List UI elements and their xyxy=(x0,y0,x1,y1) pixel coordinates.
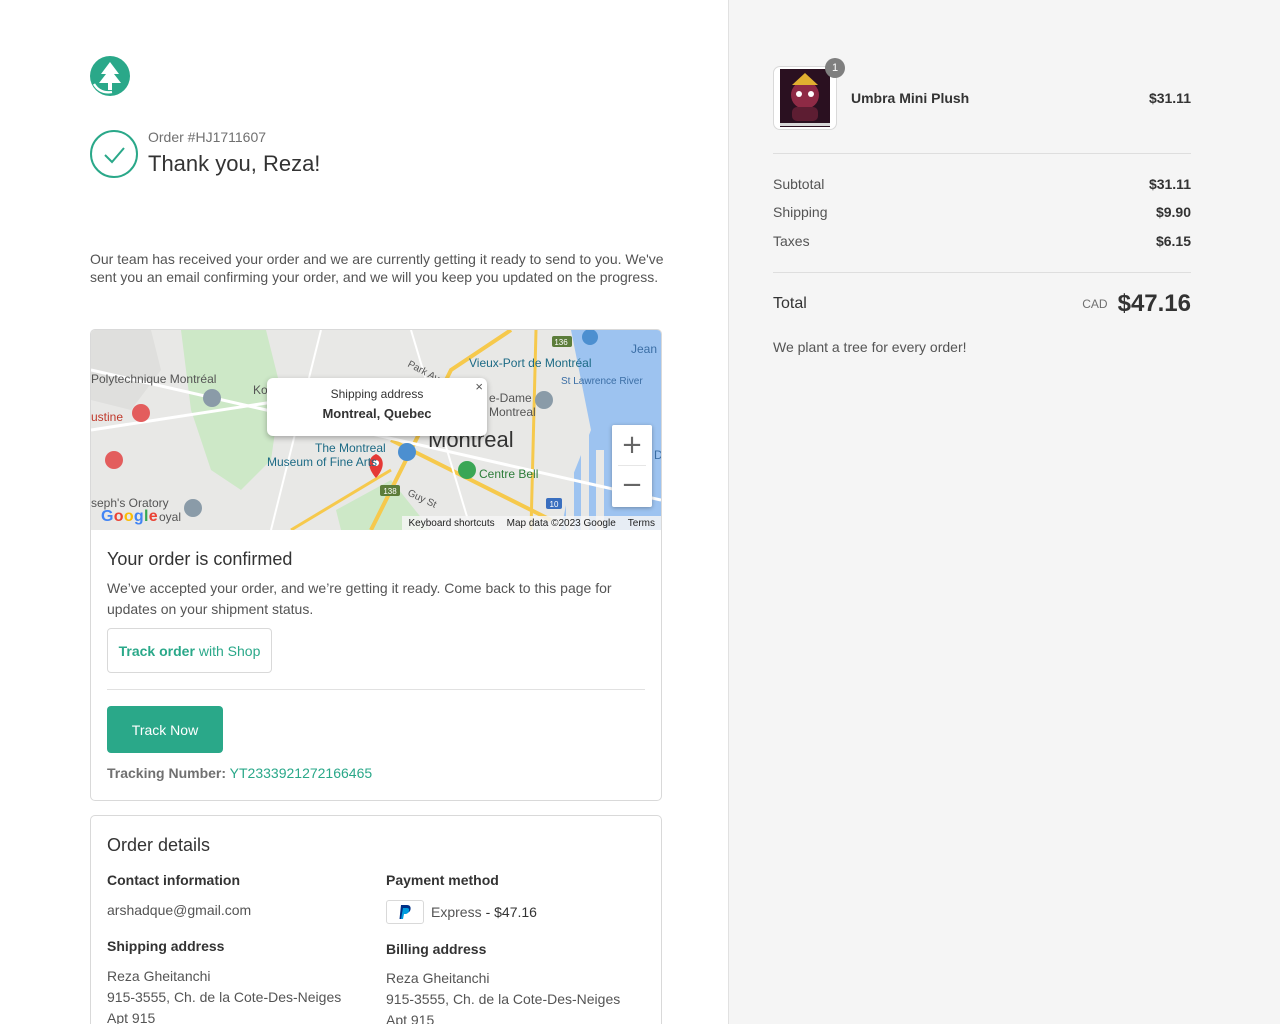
shipping-address-line: Apt 915 xyxy=(107,1010,156,1024)
billing-address-line: 915-3555, Ch. de la Cote-Des-Neiges xyxy=(386,991,621,1007)
confirmation-title: Your order is confirmed xyxy=(107,549,293,569)
google-logo-letter: G xyxy=(101,508,114,525)
total-amount: $47.16 xyxy=(1117,290,1191,317)
quantity-badge: 1 xyxy=(825,58,845,78)
order-summary-sidebar: 1 Umbra Mini Plush $31.11 Subtotal $31.1… xyxy=(728,0,1280,1024)
main-content: Order #HJ1711607 Thank you, Reza! Our te… xyxy=(0,0,728,1024)
route-136-label: 136 xyxy=(554,338,568,347)
map-footer: Keyboard shortcuts Map data ©2023 Google… xyxy=(402,516,661,530)
shipping-address-line: 915-3555, Ch. de la Cote-Des-Neiges xyxy=(107,989,342,1005)
order-status-card: 136 138 10 Polytechnique Montréal Ko Vie… xyxy=(90,329,662,801)
google-logo-letter: e xyxy=(148,508,158,525)
terms-link[interactable]: Terms xyxy=(628,518,655,529)
google-logo-letter: g xyxy=(133,508,144,525)
map-data-text: Map data ©2023 Google xyxy=(506,517,616,529)
total-amount-group: CAD $47.16 xyxy=(1082,290,1191,318)
contact-heading: Contact information xyxy=(107,872,240,888)
map-label-ustine: ustine xyxy=(91,410,123,424)
close-icon[interactable]: × xyxy=(475,379,483,394)
contact-email: arshadque@gmail.com xyxy=(107,902,252,918)
order-details-title: Order details xyxy=(107,835,211,855)
map-label-ko: Ko xyxy=(253,383,268,397)
page-title: Thank you, Reza! xyxy=(148,151,321,176)
summary-divider xyxy=(773,272,1191,273)
map-label-vieux-port: Vieux-Port de Montréal xyxy=(469,356,592,370)
zoom-out-button[interactable]: − xyxy=(612,465,652,505)
shipping-value: $9.90 xyxy=(1155,204,1191,220)
zoom-in-button[interactable]: + xyxy=(612,425,652,465)
currency-code: CAD xyxy=(1082,297,1108,311)
payment-method: Express - $47.16 xyxy=(386,900,646,924)
paypal-icon xyxy=(386,900,424,924)
map-label-notre-dame: e-Dame xyxy=(489,391,532,405)
map-label-oratory-2: oyal xyxy=(159,510,181,524)
tracking-info: Tracking Number: YT2333921272166465 xyxy=(107,765,372,781)
route-10-label: 10 xyxy=(550,500,559,509)
billing-address-line: Reza Gheitanchi xyxy=(386,970,490,986)
subtotal-label: Subtotal xyxy=(773,176,825,192)
tracking-number-link[interactable]: YT2333921272166465 xyxy=(230,765,372,781)
map-label-st-lawrence: St Lawrence River xyxy=(561,376,643,387)
order-details-right-column: Payment method Express - $47.16 Billing … xyxy=(386,872,646,1024)
map-label-centre-bell: Centre Bell xyxy=(479,467,538,481)
intro-text: Our team has received your order and we … xyxy=(90,251,664,285)
map-label-montreal-2: Montreal xyxy=(489,405,536,419)
line-item: 1 Umbra Mini Plush $31.11 xyxy=(773,58,1191,130)
popup-city: Montreal, Quebec xyxy=(322,406,432,421)
order-details-left-column: Contact information arshadque@gmail.com … xyxy=(107,872,377,1024)
product-thumbnail xyxy=(773,66,837,130)
shipping-map[interactable]: 136 138 10 Polytechnique Montréal Ko Vie… xyxy=(91,330,661,530)
track-now-button[interactable]: Track Now xyxy=(107,706,223,753)
shipping-row: Shipping $9.90 xyxy=(773,204,1191,220)
google-logo-letter: o xyxy=(123,508,134,525)
with-shop-label: with Shop xyxy=(198,642,261,659)
shipping-label: Shipping xyxy=(773,204,828,220)
confirmation-text: We’ve accepted your order, and we’re get… xyxy=(107,580,612,617)
map-label-polytechnique: Polytechnique Montréal xyxy=(91,372,216,386)
map-label-museum-1: The Montreal xyxy=(315,441,386,455)
tracking-label: Tracking Number: xyxy=(107,765,227,781)
checkmark-icon xyxy=(90,130,138,178)
subtotal-row: Subtotal $31.11 xyxy=(773,176,1191,192)
taxes-row: Taxes $6.15 xyxy=(773,233,1191,249)
payment-heading: Payment method xyxy=(386,872,499,888)
tree-icon[interactable] xyxy=(90,56,130,96)
product-name: Umbra Mini Plush xyxy=(851,90,970,106)
google-logo-letter: o xyxy=(113,508,124,525)
route-138-label: 138 xyxy=(383,487,397,496)
billing-address: Reza Gheitanchi 915-3555, Ch. de la Cote… xyxy=(386,968,646,1024)
order-number: Order #HJ1711607 xyxy=(148,129,267,145)
track-order-label: Track order xyxy=(118,642,195,659)
popup-label: Shipping address xyxy=(330,387,424,401)
taxes-value: $6.15 xyxy=(1155,233,1191,249)
billing-heading: Billing address xyxy=(386,941,487,957)
payment-method-label: Express xyxy=(431,904,482,920)
payment-amount: - $47.16 xyxy=(485,904,537,920)
summary-divider xyxy=(773,153,1191,154)
shipping-address: Reza Gheitanchi 915-3555, Ch. de la Cote… xyxy=(107,966,377,1024)
subtotal-value: $31.11 xyxy=(1148,176,1191,192)
order-details-card: Order details Contact information arshad… xyxy=(90,815,662,1024)
map-label-jean: Jean xyxy=(631,342,657,356)
keyboard-shortcuts-link[interactable]: Keyboard shortcuts xyxy=(408,518,494,529)
track-order-with-shop-button[interactable]: Track order with Shop xyxy=(107,628,272,673)
taxes-label: Taxes xyxy=(773,233,810,249)
shipping-address-line: Reza Gheitanchi xyxy=(107,968,211,984)
map-label-museum-2: Museum of Fine Arts xyxy=(267,455,377,469)
zoom-control: + − xyxy=(612,425,652,507)
shipping-address-popup: × Shipping address Montreal, Quebec xyxy=(267,378,487,436)
divider xyxy=(107,689,645,690)
shipping-heading: Shipping address xyxy=(107,938,225,954)
product-price: $31.11 xyxy=(1148,90,1191,106)
total-label: Total xyxy=(773,295,807,312)
tree-note: We plant a tree for every order! xyxy=(773,339,967,355)
google-logo[interactable]: Google xyxy=(101,508,158,526)
map-label-d: D xyxy=(654,448,661,462)
zoom-divider xyxy=(618,465,646,466)
total-row: Total CAD $47.16 xyxy=(773,290,1191,318)
billing-address-line: Apt 915 xyxy=(386,1012,435,1024)
